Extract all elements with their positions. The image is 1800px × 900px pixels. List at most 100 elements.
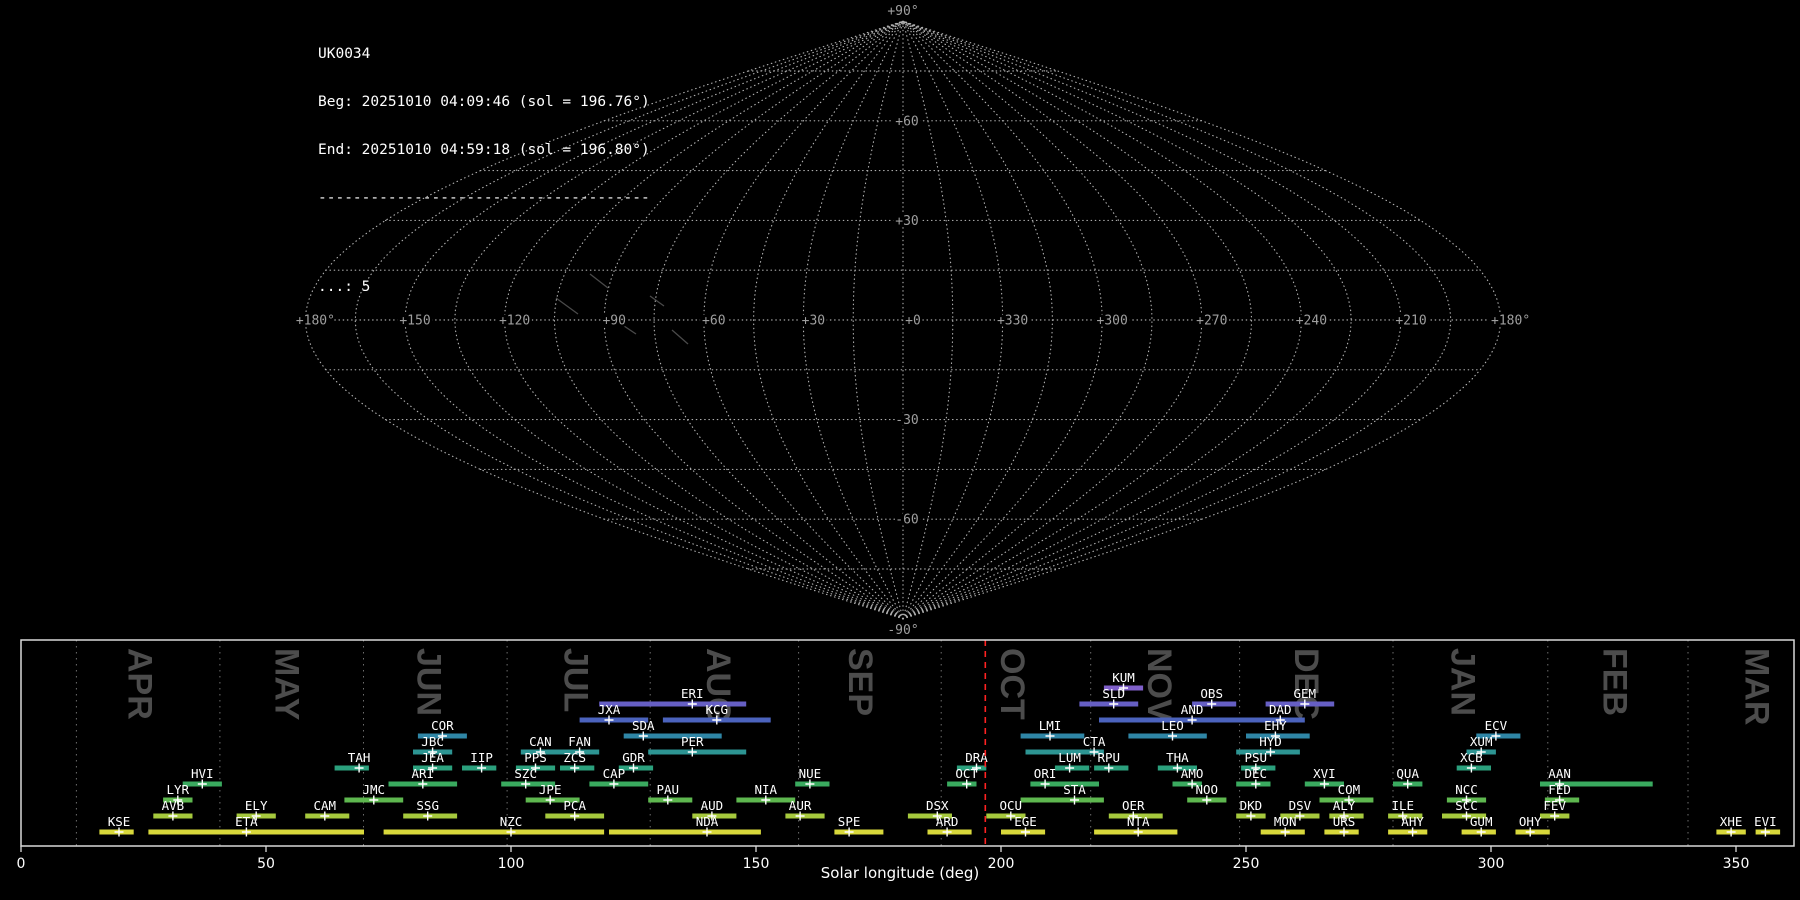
lon-label: +300 [1097, 314, 1128, 329]
shower-bar [834, 829, 884, 835]
shower-bar [1388, 829, 1428, 835]
shower-code-label: OHY [1519, 814, 1542, 829]
shower-code-label: AMO [1181, 766, 1204, 781]
shower-code-label: GUM [1470, 814, 1493, 829]
shower-code-label: JXA [598, 702, 621, 717]
pole-label-south: -90° [887, 623, 918, 636]
shower-KSE: KSE [99, 814, 134, 837]
shower-code-label: NTA [1127, 814, 1150, 829]
meteor-tracks [555, 273, 689, 345]
lat-label: -60 [895, 513, 918, 528]
shower-code-label: JEA [421, 750, 444, 765]
lat-label: +60 [895, 114, 918, 129]
shower-code-label: DAD [1269, 702, 1292, 717]
shower-bar [648, 749, 747, 755]
shower-bar [1079, 701, 1139, 707]
shower-NDA: NDA [609, 814, 761, 837]
lon-label: +180° [296, 314, 335, 329]
shower-code-label: RPU [1098, 750, 1121, 765]
month-label-jul: JUL [557, 648, 595, 712]
shower-code-label: FEV [1543, 798, 1566, 813]
shower-code-label: LUM [1058, 750, 1081, 765]
lon-label: +180° [1491, 314, 1530, 329]
shower-code-label: DSV [1289, 798, 1312, 813]
shower-code-label: CTA [1083, 734, 1106, 749]
shower-code-label: NIA [755, 782, 778, 797]
shower-code-label: NOO [1196, 782, 1219, 797]
shower-code-label: KSE [108, 814, 131, 829]
shower-code-label: HVI [191, 766, 214, 781]
shower-bar [334, 765, 369, 771]
shower-code-label: SPE [838, 814, 861, 829]
shower-bar [947, 781, 977, 787]
shower-code-label: SSG [416, 798, 439, 813]
shower-code-label: ETA [235, 814, 258, 829]
shower-code-label: NCC [1455, 782, 1478, 797]
shower-code-label: ERI [681, 686, 704, 701]
shower-QUA: QUA [1393, 766, 1423, 789]
shower-CAM: CAM [305, 798, 350, 821]
shower-code-label: ALY [1333, 798, 1356, 813]
shower-FEV: FEV [1540, 798, 1570, 821]
lon-label: +150 [399, 314, 430, 329]
shower-code-label: NDA [696, 814, 719, 829]
month-labels: APR MAY JUN JUL AUG SEP OCT NOV DEC JAN FEB MAR [121, 648, 1776, 725]
shower-code-label: XUM [1470, 734, 1493, 749]
shower-code-label: THA [1166, 750, 1189, 765]
meteor-track [589, 273, 609, 289]
shower-EVI: EVI [1754, 814, 1781, 837]
shower-code-label: SZC [514, 766, 537, 781]
shower-code-label: AVB [162, 798, 185, 813]
shower-code-label: PSU [1245, 750, 1268, 765]
shower-XHE: XHE [1716, 814, 1746, 837]
shower-code-label: ELY [245, 798, 268, 813]
activity-timeline: APR MAY JUN JUL AUG SEP OCT NOV DEC JAN FEB MARKUME… [17, 639, 1795, 872]
shower-code-label: ORI [1034, 766, 1057, 781]
shower-code-label: EHY [1264, 718, 1287, 733]
lon-label: +30 [802, 314, 825, 329]
shower-bar [1020, 797, 1104, 803]
skymap-labels: +90° -90° +60 +30 -30 -60 +180° +150 +120 +90 +60 +… [293, 2, 1532, 636]
shower-bars: KUM ERI SLD OBS GEM JXA KCG AND DAD COR SDA LMI LEO E… [99, 670, 1781, 837]
shower-code-label: SCC [1455, 798, 1478, 813]
lon-label: +90 [602, 314, 625, 329]
shower-code-label: AAN [1548, 766, 1571, 781]
shower-OCT: OCT [947, 766, 978, 789]
shower-code-label: AUD [701, 798, 724, 813]
shower-code-label: IIP [470, 750, 493, 765]
shower-bar [623, 733, 722, 739]
lon-label: +210 [1395, 314, 1426, 329]
month-label-nov: NOV [1140, 648, 1178, 722]
shower-code-label: CAP [603, 766, 626, 781]
shower-bar [383, 829, 605, 835]
shower-code-label: XHE [1720, 814, 1743, 829]
shower-bar [148, 829, 364, 835]
shower-code-label: GDR [622, 750, 645, 765]
shower-code-label: KUM [1112, 670, 1135, 685]
shower-code-label: SDA [632, 718, 655, 733]
shower-code-label: ECV [1485, 718, 1508, 733]
shower-code-label: LYR [167, 782, 190, 797]
shower-code-label: JPE [539, 782, 562, 797]
shower-code-label: AHY [1401, 814, 1424, 829]
shower-RPU: RPU [1094, 750, 1129, 773]
shower-bar [785, 813, 825, 819]
shower-code-label: DKD [1240, 798, 1263, 813]
shower-code-label: XCB [1460, 750, 1483, 765]
month-label-sep: SEP [841, 648, 879, 716]
shower-code-label: AUR [789, 798, 812, 813]
shower-code-label: COM [1338, 782, 1361, 797]
shower-code-label: URS [1333, 814, 1356, 829]
shower-code-label: EGE [1014, 814, 1037, 829]
pole-label-north: +90° [887, 4, 918, 19]
lon-label: +60 [702, 314, 725, 329]
shower-LMI: LMI [1020, 718, 1085, 741]
shower-bar [589, 781, 649, 787]
shower-code-label: HYD [1259, 734, 1282, 749]
shower-code-label: PAU [657, 782, 680, 797]
shower-code-label: OBS [1200, 686, 1223, 701]
shower-code-label: JMC [363, 782, 386, 797]
month-label-jun: JUN [410, 648, 448, 716]
shower-code-label: XVI [1313, 766, 1336, 781]
lat-label: +30 [895, 214, 918, 229]
